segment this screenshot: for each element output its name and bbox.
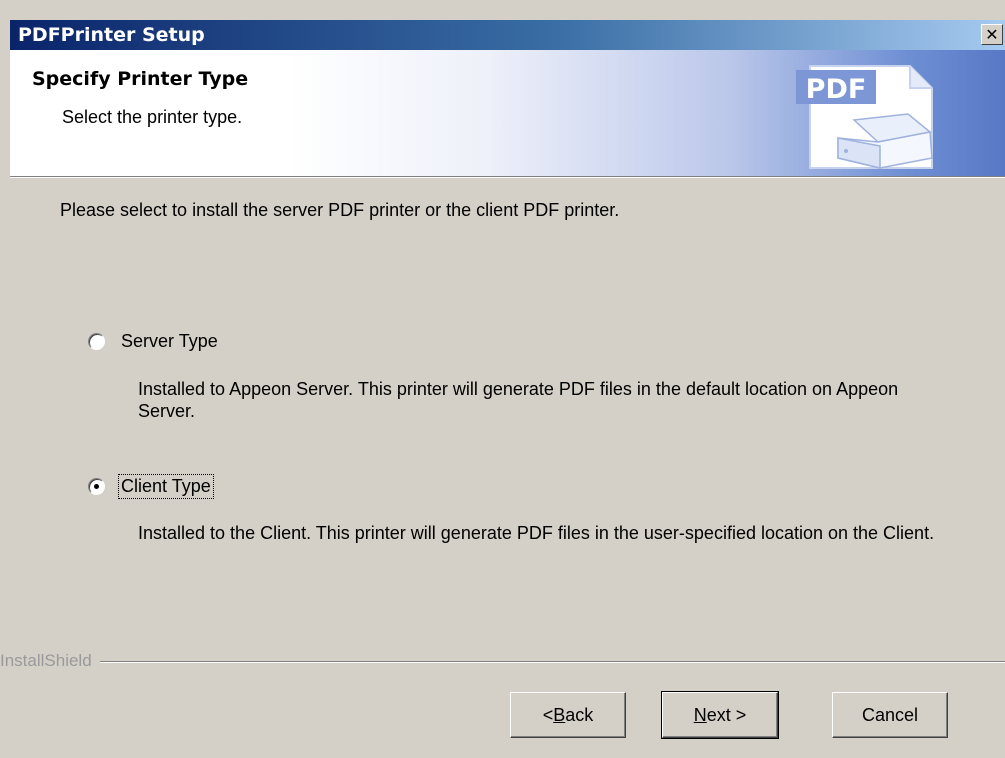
setup-window: PDFPrinter Setup ✕ Specify Printer Type …: [0, 0, 1005, 758]
client-type-radio[interactable]: [88, 478, 105, 495]
close-icon[interactable]: ✕: [981, 24, 1003, 45]
step-title: Specify Printer Type: [32, 68, 249, 90]
server-type-description: Installed to Appeon Server. This printer…: [138, 379, 899, 421]
footer-divider: [0, 661, 1005, 663]
installshield-brand: InstallShield: [0, 651, 100, 671]
client-type-description: Installed to the Client. This printer wi…: [138, 523, 935, 543]
server-type-option[interactable]: Server Type: [88, 330, 220, 353]
pdf-logo-text: PDF: [806, 74, 867, 105]
back-button[interactable]: < Back: [510, 692, 626, 738]
cancel-button[interactable]: Cancel: [832, 692, 948, 738]
pdf-printer-icon: PDF: [796, 65, 933, 169]
header-divider: [10, 177, 1005, 178]
server-type-label[interactable]: Server Type: [119, 330, 220, 353]
server-type-radio[interactable]: [88, 333, 105, 350]
step-subtitle: Select the printer type.: [62, 107, 243, 127]
next-button[interactable]: Next >: [661, 691, 779, 739]
radio-selected-dot: [94, 484, 99, 489]
wizard-header: Specify Printer Type Select the printer …: [10, 50, 1005, 177]
client-type-option[interactable]: Client Type: [88, 474, 214, 499]
window-title: PDFPrinter Setup: [18, 24, 205, 46]
intro-text: Please select to install the server PDF …: [60, 200, 620, 220]
client-type-label[interactable]: Client Type: [118, 474, 214, 499]
title-bar[interactable]: PDFPrinter Setup ✕: [10, 20, 1005, 50]
